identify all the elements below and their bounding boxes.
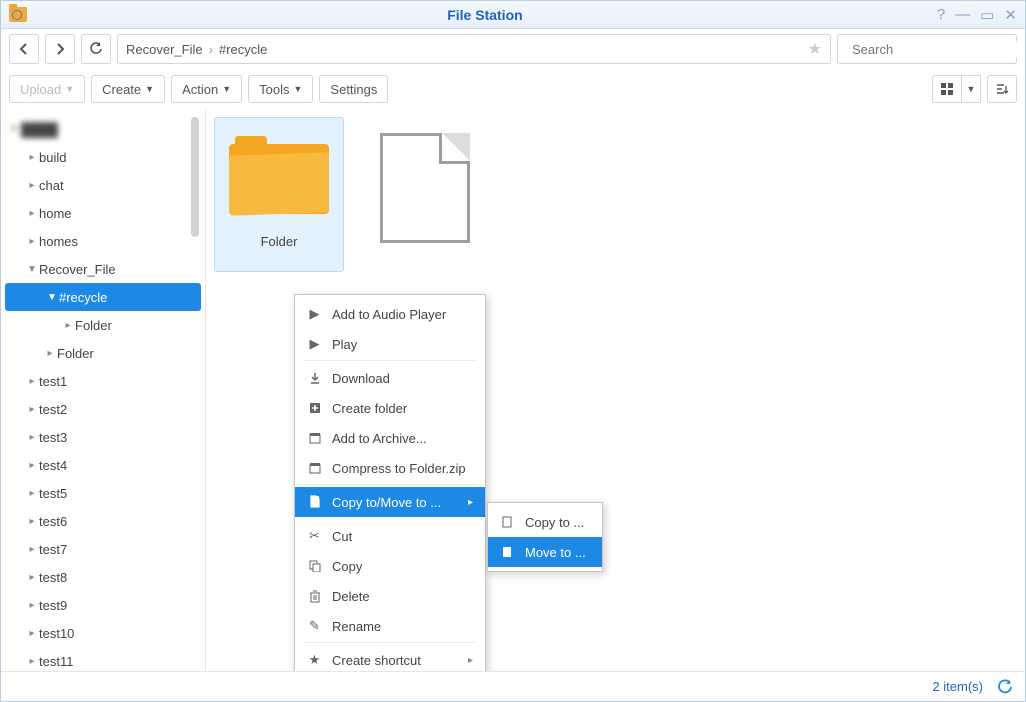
tree-item[interactable]: ▸test3 [1,423,205,451]
tree-item[interactable]: ▸test1 [1,367,205,395]
breadcrumb-part[interactable]: Recover_File [126,42,203,57]
tree-item[interactable]: ▸Folder [1,339,205,367]
file-thumb[interactable] [360,117,490,272]
ctx-add-audio[interactable]: ▶Add to Audio Player [295,299,485,329]
file-icon [380,133,470,243]
sidebar[interactable]: ▼████ ▸build ▸chat ▸home ▸homes ▼Recover… [1,109,206,671]
tree-item[interactable]: ▸test4 [1,451,205,479]
favorite-icon[interactable]: ★ [808,39,822,59]
ctx-delete[interactable]: Delete [295,581,485,611]
titlebar: File Station ? — ▭ ✕ [1,1,1025,29]
help-icon[interactable]: ? [937,6,945,24]
tree-item[interactable]: ▸Folder [1,311,205,339]
ctx-cut[interactable]: ✂Cut [295,521,485,551]
sub-move-to[interactable]: Move to ... [488,537,602,567]
context-submenu: Copy to ... Move to ... [487,502,603,572]
sub-copy-to[interactable]: Copy to ... [488,507,602,537]
scrollbar-thumb[interactable] [191,117,199,237]
create-button[interactable]: Create▼ [91,75,165,103]
toolbar: Upload▼ Create▼ Action▼ Tools▼ Settings … [1,69,1025,109]
tree-item[interactable]: ▸test2 [1,395,205,423]
app-icon [9,7,27,22]
minimize-icon[interactable]: — [955,6,970,24]
context-menu: ▶Add to Audio Player ▶Play Download Crea… [294,294,486,671]
close-icon[interactable]: ✕ [1004,6,1017,24]
folder-thumb[interactable]: Folder [214,117,344,272]
app-window: File Station ? — ▭ ✕ Recover_File › #rec… [0,0,1026,702]
tree-item[interactable]: ▸test10 [1,619,205,647]
refresh-icon[interactable] [997,679,1013,695]
ctx-shortcut[interactable]: ★Create shortcut▸ [295,645,485,671]
upload-button[interactable]: Upload▼ [9,75,85,103]
window-title: File Station [33,7,937,23]
tree-item[interactable]: ▸homes [1,227,205,255]
tree-item[interactable]: ▸test6 [1,507,205,535]
ctx-compress[interactable]: Compress to Folder.zip [295,453,485,483]
search-input[interactable] [837,34,1017,64]
breadcrumb[interactable]: Recover_File › #recycle ★ [117,34,831,64]
tree-item-recycle[interactable]: ▼#recycle [5,283,201,311]
settings-button[interactable]: Settings [319,75,388,103]
tree-item[interactable]: ▸test5 [1,479,205,507]
maximize-icon[interactable]: ▭ [980,6,994,24]
view-grid-button[interactable] [932,75,962,103]
tree-item[interactable]: ▸test7 [1,535,205,563]
breadcrumb-part[interactable]: #recycle [219,42,267,57]
ctx-rename[interactable]: ✎Rename [295,611,485,641]
tree-item[interactable]: ▸test8 [1,563,205,591]
sort-button[interactable] [987,75,1017,103]
navbar: Recover_File › #recycle ★ [1,29,1025,69]
ctx-copy[interactable]: Copy [295,551,485,581]
ctx-play[interactable]: ▶Play [295,329,485,359]
action-button[interactable]: Action▼ [171,75,242,103]
tree-item[interactable]: ▸chat [1,171,205,199]
folder-icon [229,136,329,214]
thumb-label: Folder [261,234,298,249]
tree-item[interactable]: ▸test11 [1,647,205,671]
ctx-create-folder[interactable]: Create folder [295,393,485,423]
tree-item[interactable]: ▸build [1,143,205,171]
ctx-download[interactable]: Download [295,363,485,393]
main-area: ▼████ ▸build ▸chat ▸home ▸homes ▼Recover… [1,109,1025,671]
search-field[interactable] [852,42,1026,57]
refresh-button[interactable] [81,34,111,64]
tree-item-recover[interactable]: ▼Recover_File [1,255,205,283]
ctx-copy-move[interactable]: Copy to/Move to ...▸ [295,487,485,517]
forward-button[interactable] [45,34,75,64]
item-count: 2 item(s) [932,679,983,694]
tree-root[interactable]: ▼████ [1,115,205,143]
view-dropdown-button[interactable]: ▼ [961,75,981,103]
breadcrumb-sep: › [209,42,213,57]
ctx-archive[interactable]: Add to Archive... [295,423,485,453]
tree-item[interactable]: ▸home [1,199,205,227]
statusbar: 2 item(s) [1,671,1025,701]
back-button[interactable] [9,34,39,64]
tree-item[interactable]: ▸test9 [1,591,205,619]
tools-button[interactable]: Tools▼ [248,75,313,103]
